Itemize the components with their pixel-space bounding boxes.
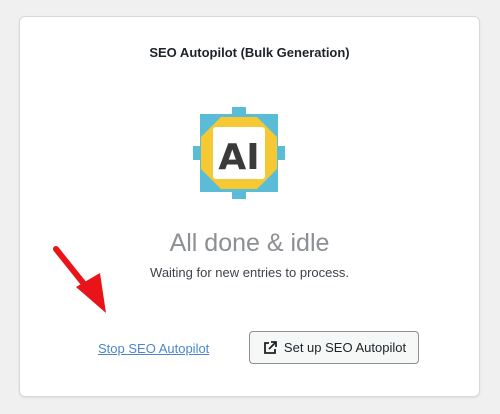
external-link-icon xyxy=(264,340,277,354)
status-heading: All done & idle xyxy=(169,229,330,257)
seo-autopilot-panel: SEO Autopilot (Bulk Generation) AI All d… xyxy=(19,16,480,397)
stop-autopilot-link[interactable]: Stop SEO Autopilot xyxy=(98,341,209,356)
ai-logo-icon: AI xyxy=(193,107,285,199)
ai-logo-text: AI xyxy=(218,137,259,178)
status-subtext: Waiting for new entries to process. xyxy=(150,265,349,280)
panel-title: SEO Autopilot (Bulk Generation) xyxy=(149,45,350,60)
setup-autopilot-button[interactable]: Set up SEO Autopilot xyxy=(249,331,419,364)
setup-button-label: Set up SEO Autopilot xyxy=(283,340,407,355)
